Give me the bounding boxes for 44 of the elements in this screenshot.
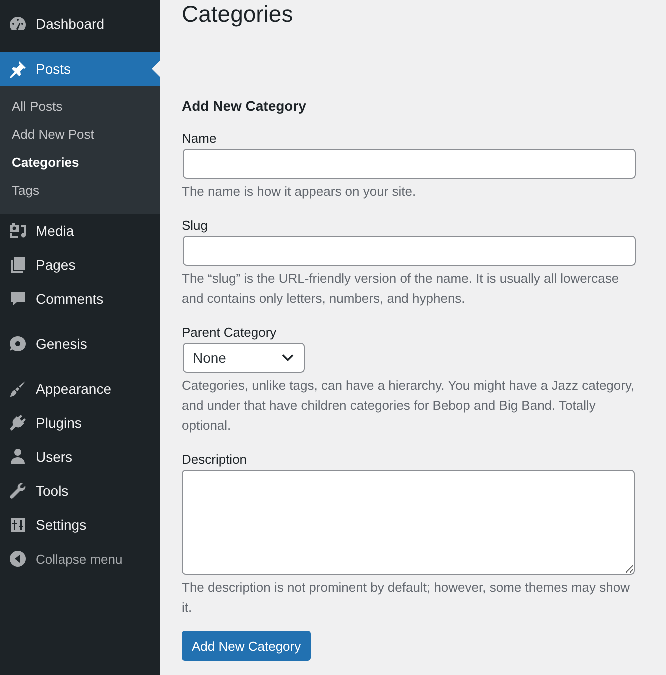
sidebar-menu-item[interactable]: Users [0,440,160,474]
plug-icon [8,413,28,433]
sidebar-menu-item[interactable]: Media [0,214,160,248]
sidebar-menu-item[interactable]: Pages [0,248,160,282]
field-label: Description [182,451,248,469]
wrench-icon [8,481,28,501]
field-label: Parent Category [182,324,278,342]
pages-icon [8,255,28,275]
sidebar-menu-item[interactable]: Comments [0,282,160,316]
field-label: Slug [182,217,210,235]
comment-bubble-icon [8,289,28,309]
sidebar-menu-item[interactable]: Dashboard [0,7,160,41]
submenu-item[interactable]: All Posts [0,93,160,121]
field-label: Name [182,130,218,148]
help-text: The name is how it appears on your site. [182,183,418,201]
pushpin-icon [8,59,28,79]
help-text: The description is not prominent by default; however, some themes may show it. [182,579,631,617]
user-icon [8,447,28,467]
sidebar-menu-item[interactable]: Settings [0,508,160,542]
collapse-menu-button[interactable]: Collapse menu [0,542,160,576]
help-text: Categories, unlike tags, can have a hierarchy. You might have a Jazz category, and under that have children categories for Bebop and Big Band. Totally optional. [182,377,636,435]
sliders-icon [8,515,28,535]
current-page-pointer-icon [152,61,160,77]
submenu-item[interactable]: Tags [0,177,160,205]
sidebar-menu-item[interactable]: Appearance [0,372,160,406]
sidebar-menu-item[interactable]: Tools [0,474,160,508]
text-input[interactable] [183,149,636,179]
help-text: The “slug” is the URL-friendly version of the name. It is usually all lowercase and contains only letters, numbers, and hyphens. [182,270,620,308]
camera-note-icon [8,221,28,241]
sidebar-menu-item[interactable]: Plugins [0,406,160,440]
description-textarea[interactable] [182,470,635,575]
submenu-item[interactable]: Categories [0,149,160,177]
page-title: Categories [182,0,294,29]
parent-category-select[interactable]: None [183,343,305,373]
form-heading: Add New Category [182,97,308,116]
text-input[interactable] [183,236,636,266]
paintbrush-icon [8,379,28,399]
sidebar-menu-item[interactable]: Genesis [0,327,160,361]
sidebar-menu-item[interactable]: Posts [0,52,160,86]
collapse-arrow-icon [8,549,28,569]
submenu-item[interactable]: Add New Post [0,121,160,149]
add-category-button[interactable]: Add New Category [182,631,312,661]
chevron-down-icon [282,354,294,362]
round-logo-icon [8,334,28,354]
